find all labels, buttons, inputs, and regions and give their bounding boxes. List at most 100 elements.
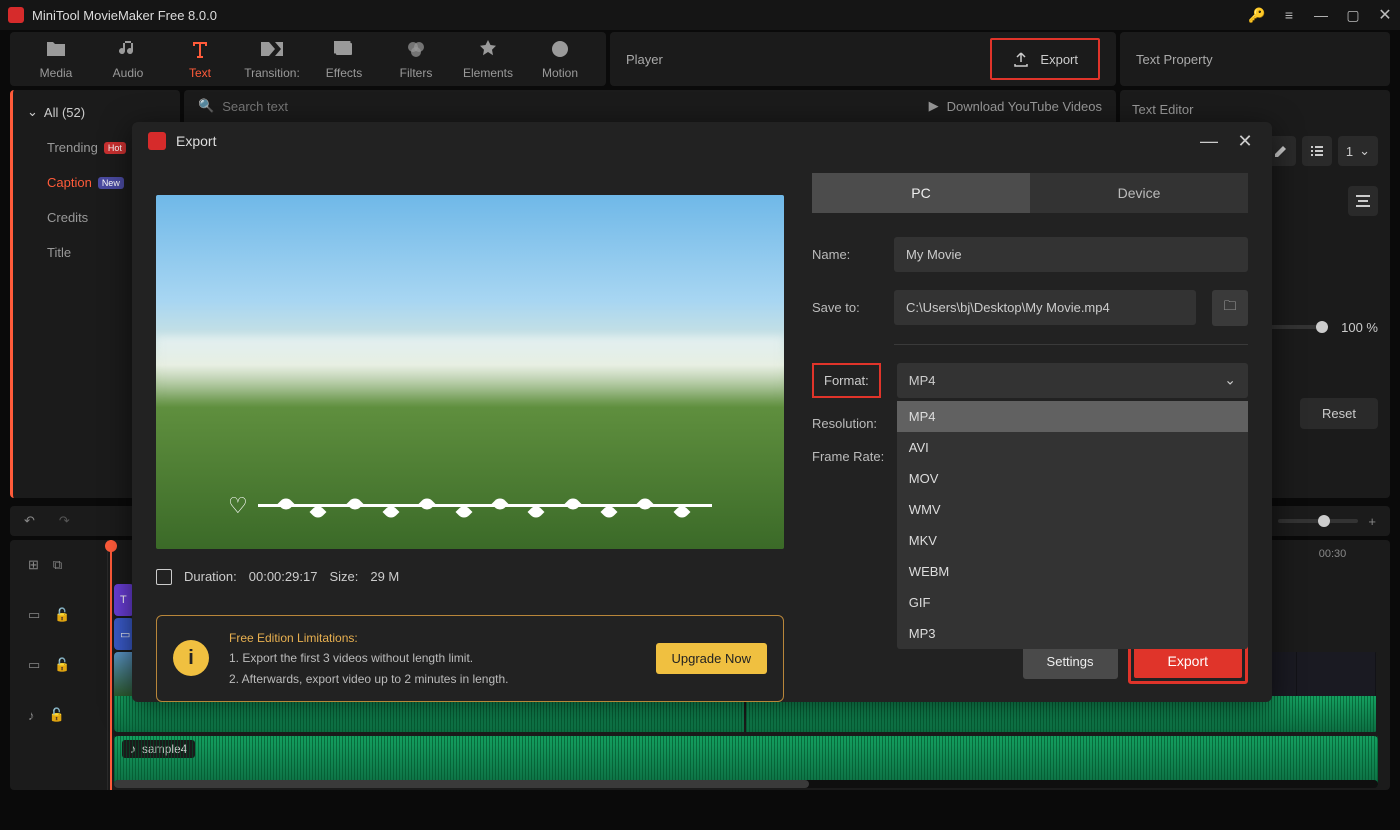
format-option-mp3[interactable]: MP3: [897, 618, 1248, 649]
heart-icon: ♡: [228, 493, 248, 519]
tab-elements[interactable]: Elements: [452, 38, 524, 80]
transition-icon: [261, 38, 283, 60]
playhead[interactable]: [110, 540, 112, 790]
close-icon[interactable]: ✕: [1378, 8, 1392, 22]
youtube-icon: ▶: [929, 98, 939, 114]
format-label: Format:: [812, 363, 881, 398]
list-icon-button[interactable]: [1302, 136, 1332, 166]
app-logo-icon: [148, 132, 166, 150]
film-icon: ▭: [28, 607, 40, 623]
upgrade-button[interactable]: Upgrade Now: [656, 643, 768, 674]
format-select[interactable]: MP4 ⌄ MP4 AVI MOV WMV MKV WEBM GIF MP3: [897, 363, 1248, 398]
timeline-row-text: ▭ 🔓: [10, 590, 107, 640]
name-input[interactable]: My Movie: [894, 237, 1248, 272]
download-youtube-button[interactable]: ▶ Download YouTube Videos: [929, 98, 1102, 114]
tab-pc[interactable]: PC: [812, 173, 1030, 213]
filters-icon: [405, 38, 427, 60]
music-icon: ♪: [28, 708, 35, 723]
folder-icon: [45, 38, 67, 60]
dialog-close-icon[interactable]: ✕: [1234, 131, 1256, 152]
number-input[interactable]: 1⌄: [1338, 136, 1378, 166]
app-title: MiniTool MovieMaker Free 8.0.0: [32, 8, 1250, 23]
player-toolbar: Player Export: [610, 32, 1116, 86]
effects-icon: [333, 38, 355, 60]
browse-button[interactable]: 🗀: [1212, 290, 1248, 326]
film-icon: ▭: [28, 657, 40, 673]
lock-icon[interactable]: 🔓: [54, 657, 70, 673]
export-button-top[interactable]: Export: [990, 38, 1100, 80]
elements-icon: [477, 38, 499, 60]
export-label: Export: [1040, 52, 1078, 67]
disk-icon: [156, 569, 172, 585]
chevron-down-icon: ⌄: [27, 104, 38, 120]
framerate-label: Frame Rate:: [812, 449, 894, 464]
scale-value: 100 %: [1330, 320, 1378, 335]
info-icon: i: [173, 640, 209, 676]
format-option-mkv[interactable]: MKV: [897, 525, 1248, 556]
new-badge: New: [98, 177, 124, 189]
timeline-row-header: ⊞ ⧉: [10, 540, 107, 590]
player-label: Player: [626, 52, 663, 67]
maximize-icon[interactable]: ▢: [1346, 8, 1360, 22]
app-logo-icon: [8, 7, 24, 23]
chevron-down-icon: ⌄: [1224, 372, 1236, 389]
folder-icon: 🗀: [1223, 297, 1236, 319]
search-input[interactable]: Search text: [222, 99, 288, 114]
text-clip-1[interactable]: T: [114, 584, 134, 616]
upload-icon: [1012, 50, 1030, 68]
timeline-scrollbar[interactable]: [114, 780, 1378, 788]
save-label: Save to:: [812, 300, 878, 315]
copy-icon[interactable]: ⧉: [53, 557, 62, 573]
format-dropdown: MP4 AVI MOV WMV MKV WEBM GIF MP3: [897, 401, 1248, 649]
motion-icon: [549, 38, 571, 60]
tab-effects[interactable]: Effects: [308, 38, 380, 80]
tab-text[interactable]: Text: [164, 38, 236, 80]
key-icon[interactable]: 🔑: [1250, 8, 1264, 22]
dialog-title: Export: [176, 133, 216, 149]
resolution-label: Resolution:: [812, 416, 888, 431]
audio-track[interactable]: ♪sample4: [114, 736, 1378, 786]
tab-device[interactable]: Device: [1030, 173, 1248, 213]
text-editor-label: Text Editor: [1132, 102, 1378, 117]
timeline-row-video: ▭ 🔓: [10, 640, 107, 690]
format-option-gif[interactable]: GIF: [897, 587, 1248, 618]
timeline-row-audio: ♪ 🔓: [10, 690, 107, 740]
text-icon: [189, 38, 211, 60]
text-clip-2[interactable]: ▭: [114, 618, 134, 650]
menu-icon[interactable]: ≡: [1282, 8, 1296, 22]
dialog-minimize-icon[interactable]: —: [1198, 131, 1220, 152]
main-toolbar: Media Audio Text Transition: Effects Fil…: [10, 32, 606, 86]
zoom-in-icon[interactable]: +: [1368, 514, 1376, 529]
undo-icon[interactable]: ↶: [24, 513, 35, 529]
tab-filters[interactable]: Filters: [380, 38, 452, 80]
music-icon: ♪: [130, 742, 136, 756]
window-title-bar: MiniTool MovieMaker Free 8.0.0 🔑 ≡ — ▢ ✕: [0, 0, 1400, 30]
video-preview: ♡: [156, 195, 784, 549]
hot-badge: Hot: [104, 142, 126, 154]
limitations-box: i Free Edition Limitations: 1. Export th…: [156, 615, 784, 702]
lock-icon[interactable]: 🔓: [54, 607, 70, 623]
redo-icon[interactable]: ↷: [59, 513, 70, 529]
export-info: Duration: 00:00:29:17 Size: 29 M: [156, 569, 784, 585]
property-toolbar: Text Property: [1120, 32, 1390, 86]
save-path-input[interactable]: C:\Users\bj\Desktop\My Movie.mp4: [894, 290, 1196, 325]
align-center-button[interactable]: [1348, 186, 1378, 216]
tab-motion[interactable]: Motion: [524, 38, 596, 80]
format-option-wmv[interactable]: WMV: [897, 494, 1248, 525]
tab-audio[interactable]: Audio: [92, 38, 164, 80]
format-option-mov[interactable]: MOV: [897, 463, 1248, 494]
minimize-icon[interactable]: —: [1314, 8, 1328, 22]
add-box-icon[interactable]: ⊞: [28, 557, 39, 573]
name-label: Name:: [812, 247, 878, 262]
export-dialog: Export — ✕ ♡: [132, 122, 1272, 702]
format-option-webm[interactable]: WEBM: [897, 556, 1248, 587]
zoom-slider[interactable]: [1278, 519, 1358, 523]
tab-transition[interactable]: Transition:: [236, 38, 308, 80]
vine-overlay: ♡: [228, 491, 712, 521]
reset-button[interactable]: Reset: [1300, 398, 1378, 429]
export-button[interactable]: Export: [1134, 644, 1242, 678]
format-option-mp4[interactable]: MP4: [897, 401, 1248, 432]
format-option-avi[interactable]: AVI: [897, 432, 1248, 463]
tab-media[interactable]: Media: [20, 38, 92, 80]
lock-icon[interactable]: 🔓: [49, 707, 65, 723]
